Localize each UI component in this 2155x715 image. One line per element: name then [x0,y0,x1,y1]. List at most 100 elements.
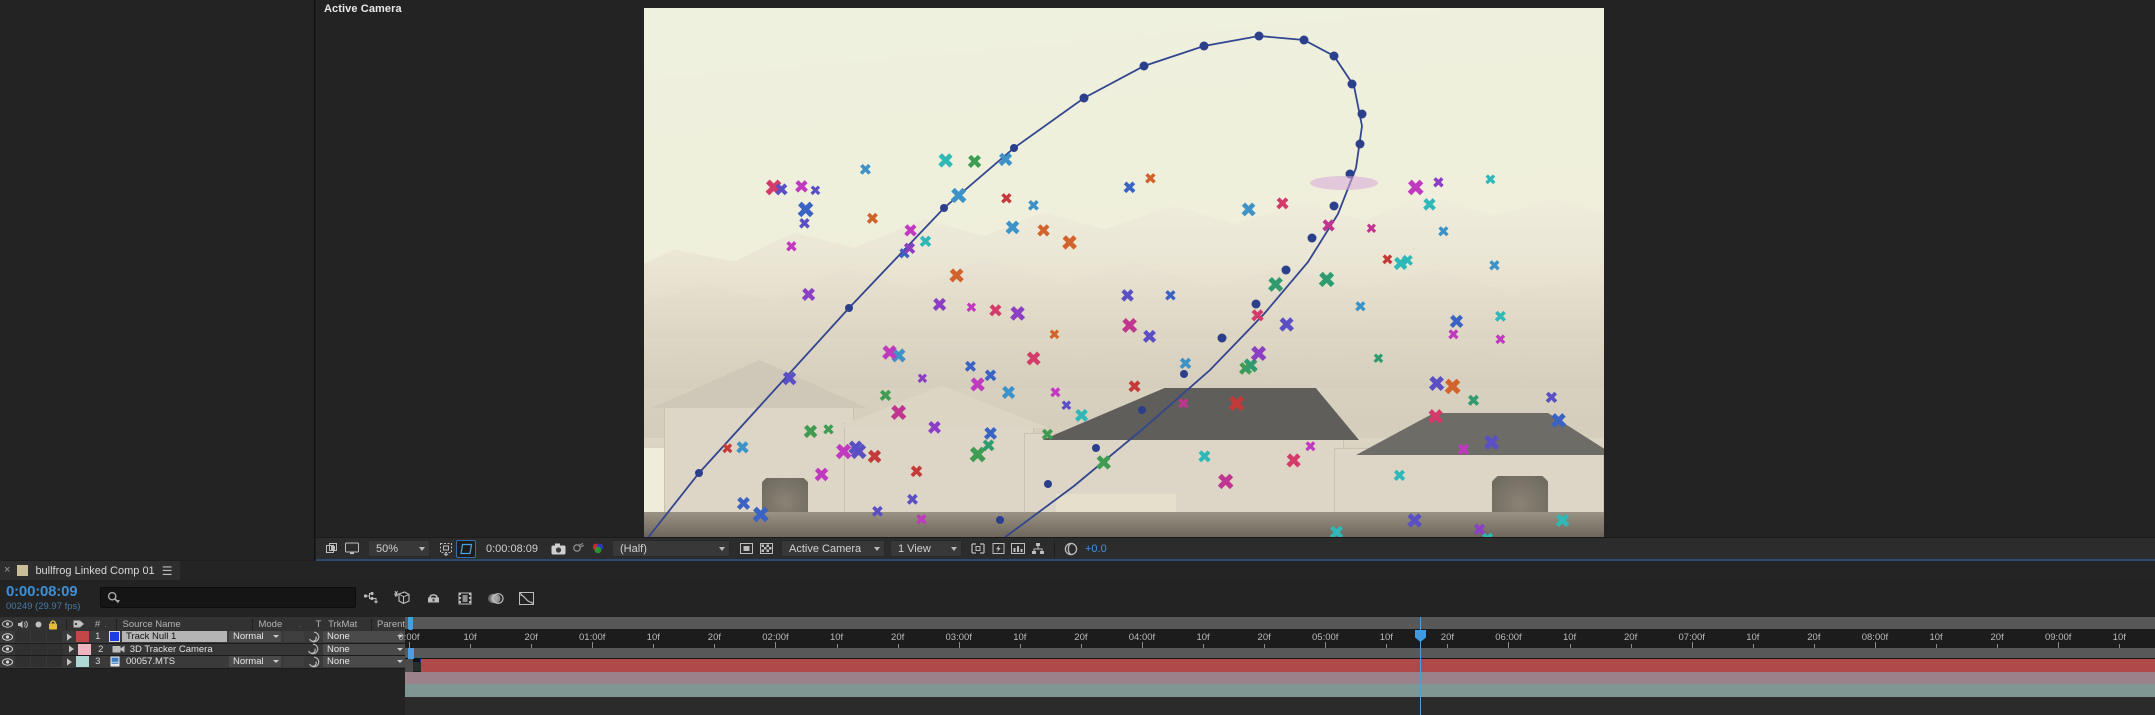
track-marker[interactable] [950,186,967,203]
column-header-t[interactable]: T [312,619,325,630]
track-marker[interactable] [810,185,820,195]
track-marker[interactable] [1276,197,1289,210]
layer-track-row[interactable] [405,684,2155,697]
toggle-pixel-aspect-correction-icon[interactable] [968,540,988,558]
work-area-start-handle[interactable] [407,648,414,659]
layer-expand-triangle[interactable] [64,645,77,653]
track-marker[interactable] [1366,223,1376,233]
track-marker[interactable] [801,287,815,301]
track-marker[interactable] [1177,397,1188,408]
track-marker[interactable] [1144,172,1155,183]
layer-track-row[interactable] [405,671,2155,684]
layer-parent-select[interactable]: None [323,643,405,655]
layer-source-name[interactable]: 00057.MTS [122,656,227,667]
timeline-current-time[interactable]: 0:00:08:09 [6,583,78,600]
audio-switch-header-icon[interactable] [15,620,30,629]
track-marker[interactable] [917,373,927,383]
layer-blend-mode-select[interactable]: Normal [229,631,281,643]
track-marker[interactable] [966,302,976,312]
layer-blend-mode-select[interactable]: Normal [229,656,281,668]
toggle-mask-visibility-icon[interactable] [736,540,756,558]
layer-row[interactable]: 1 Track Null 1 Normal None [0,631,406,644]
track-marker[interactable] [1164,289,1175,300]
hide-shy-layers-icon[interactable] [424,589,443,608]
track-marker[interactable] [1545,390,1557,402]
comp-mini-flowchart-icon[interactable] [362,589,381,608]
track-marker[interactable] [927,421,941,435]
track-marker[interactable] [736,495,750,509]
track-marker[interactable] [1482,434,1498,450]
track-marker[interactable] [988,303,1001,316]
parent-pick-whip-icon[interactable] [304,643,323,655]
label-color-header-icon[interactable] [72,619,87,629]
take-snapshot-camera-icon[interactable] [548,540,568,558]
layer-lock-toggle[interactable] [46,656,62,668]
track-marker[interactable] [1550,412,1566,428]
layer-row[interactable]: 2 3D Tracker Camera None [0,643,405,656]
draft-3d-icon[interactable] [393,589,412,608]
track-marker[interactable] [1249,345,1265,361]
layer-solo-toggle[interactable] [31,643,48,655]
track-marker[interactable] [1036,223,1049,236]
track-marker[interactable] [1473,523,1485,535]
layer-trkmat-cell[interactable] [284,656,305,668]
track-marker[interactable] [966,154,980,168]
track-marker[interactable] [1041,428,1053,440]
layer-solo-toggle[interactable] [30,631,46,643]
track-marker[interactable] [867,449,881,463]
track-marker[interactable] [1437,226,1448,237]
track-marker[interactable] [781,371,796,386]
camera-view-select[interactable]: Active Camera [781,540,885,557]
track-marker[interactable] [1000,192,1011,203]
layer-trkmat-cell[interactable] [284,631,305,643]
track-marker[interactable] [1449,313,1463,327]
column-header-source-name[interactable]: Source Name [117,619,252,630]
panel-menu-icon[interactable]: ☰ [162,565,173,577]
track-marker[interactable] [890,404,906,420]
track-marker[interactable] [1304,440,1315,451]
layer-duration-bar[interactable] [420,659,2155,672]
track-marker[interactable] [903,241,915,253]
track-marker[interactable] [1267,276,1283,292]
layer-label-color[interactable] [77,643,92,655]
track-marker[interactable] [1318,271,1335,288]
track-marker[interactable] [1382,254,1393,265]
layer-audio-toggle[interactable] [14,656,30,668]
track-marker[interactable] [1142,329,1156,343]
layer-audio-toggle[interactable] [15,643,31,655]
track-marker[interactable] [1027,200,1039,212]
view-layout-select[interactable]: 1 View [890,540,962,557]
layer-parent-select[interactable]: None [323,656,406,668]
track-marker[interactable] [1457,442,1469,454]
track-marker[interactable] [906,493,918,505]
3d-axis-gizmo[interactable] [2126,360,2155,537]
toggle-transparency-grid-icon[interactable] [322,540,342,558]
track-marker[interactable] [752,506,769,523]
layer-row[interactable]: 3 00057.MTS Normal None [0,656,406,669]
track-marker[interactable] [835,443,852,460]
track-marker[interactable] [786,240,797,251]
comp-flowchart-icon[interactable] [1028,540,1048,558]
track-marker[interactable] [871,505,883,517]
layer-track-row[interactable] [405,659,2155,672]
time-navigator-bar[interactable] [405,617,2155,630]
fast-previews-icon[interactable] [988,540,1008,558]
layer-bar-lead-handle[interactable] [405,659,413,672]
layer-source-name[interactable]: 3D Tracker Camera [126,644,231,655]
region-of-interest-icon[interactable] [456,539,476,558]
show-channel-rgb-icon[interactable] [588,540,608,558]
viewer-canvas[interactable] [316,0,2155,537]
layer-solo-toggle[interactable] [30,656,46,668]
track-marker[interactable] [1061,234,1077,250]
track-marker[interactable] [1123,180,1136,193]
track-marker[interactable] [1179,357,1191,369]
comp-tab[interactable]: × bullfrog Linked Comp 01 ☰ [0,561,181,580]
track-marker[interactable] [1049,328,1059,338]
track-marker[interactable] [1401,254,1413,266]
track-marker[interactable] [1241,202,1256,217]
track-marker[interactable] [1061,400,1071,410]
track-marker[interactable] [1228,394,1245,411]
track-marker[interactable] [969,376,984,391]
track-marker[interactable] [1321,218,1334,231]
track-marker[interactable] [1096,454,1111,469]
